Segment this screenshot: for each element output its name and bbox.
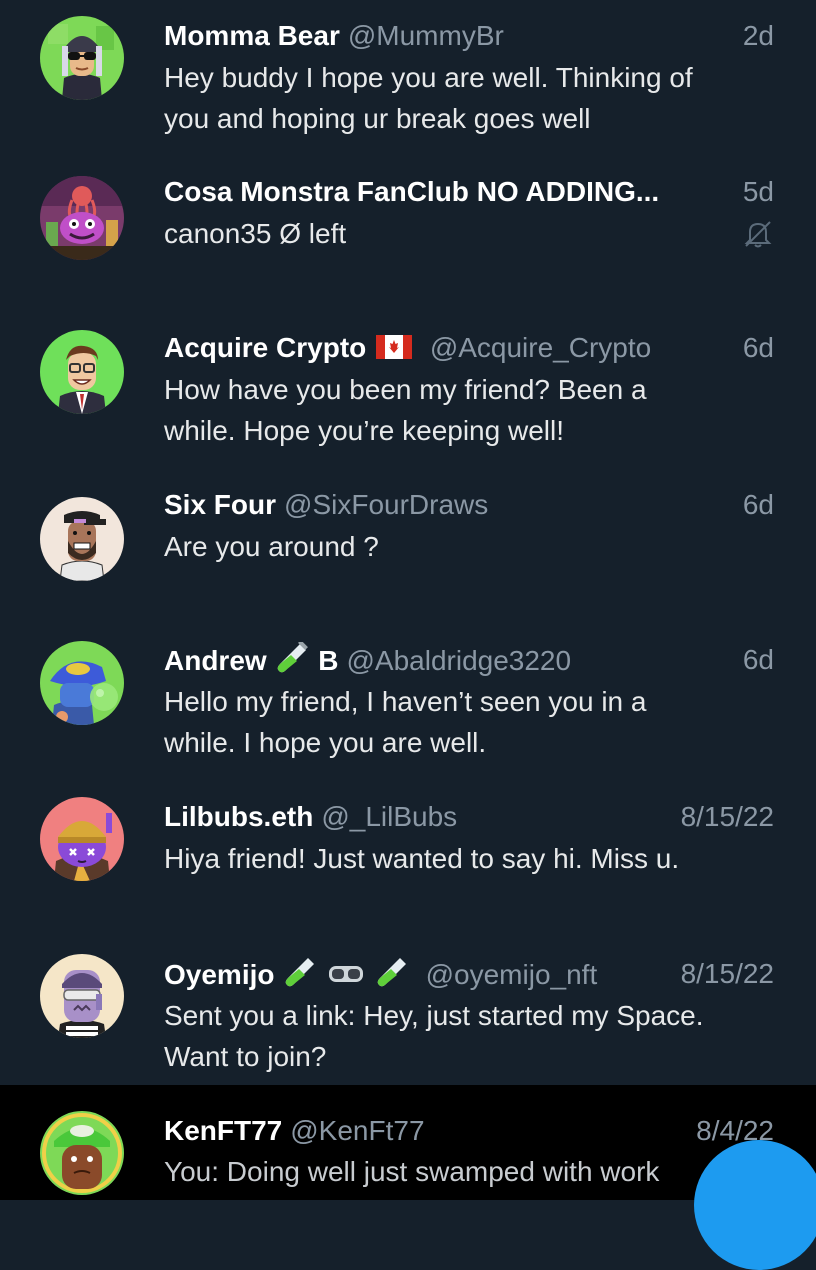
conversation-row-momma-bear[interactable]: Momma Bear @MummyBr 2d Hey buddy I hope y… (0, 0, 816, 160)
contact-name: KenFT77 (164, 1115, 283, 1146)
conversation-header: Momma Bear @MummyBr 2d (164, 18, 774, 54)
contact-handle: @KenFt77 (290, 1115, 425, 1146)
conversation-row-cosa-monstra[interactable]: Cosa Monstra FanClub NO ADDING... 5d can… (0, 160, 816, 320)
conversation-row-andrew-b[interactable]: Andrew B @Abaldridge3220 6d Hello my frie… (0, 625, 816, 785)
contact-name: Cosa Monstra FanClub NO ADDING... (164, 176, 660, 207)
contact-handle: @Acquire_Crypto (429, 332, 652, 363)
conversation-row-acquire-crypto[interactable]: Acquire Crypto @Acquire_Crypto 6d How ha… (0, 320, 816, 475)
message-time: 6d (742, 489, 774, 520)
avatar-monster-group[interactable] (40, 176, 124, 260)
conversation-header: Oyemijo @oyemijo_nft 8/15/22 (164, 956, 774, 992)
contact-handle: @oyemijo_nft (425, 958, 598, 990)
avatar-purple-beanie[interactable] (40, 797, 124, 881)
contact-name: Lilbubs.eth (164, 801, 314, 832)
message-preview: You: Doing well just swamped with work (164, 1151, 774, 1192)
message-time: 2d (742, 20, 774, 51)
message-preview-line: How have you been my friend? Been a (164, 374, 647, 405)
message-preview: Hello my friend, I haven’t seen you in a… (164, 681, 774, 763)
message-preview-line: Hiya friend! Just wanted to say hi. Miss… (164, 843, 680, 874)
contact-name: Acquire Crypto (164, 332, 367, 363)
message-preview: canon35 Ø left (164, 213, 774, 254)
test-tube-icon (376, 956, 408, 997)
message-preview-line: Hello my friend, I haven’t seen you in a (164, 686, 647, 717)
message-preview-line: canon35 Ø left (164, 218, 347, 249)
avatar-bearded-cap[interactable] (40, 497, 124, 581)
message-preview: Hey buddy I hope you are well. Thinking … (164, 57, 774, 139)
message-preview-line: while. I hope you are well. (164, 727, 487, 758)
contact-name: Six Four (164, 489, 277, 520)
contact-handle: @Abaldridge3220 (346, 644, 572, 676)
message-preview-line: Want to join? (164, 1041, 327, 1072)
avatar-blue-hat[interactable] (40, 641, 124, 725)
message-time: 8/15/22 (680, 958, 774, 989)
new-message-button[interactable] (694, 1140, 816, 1270)
canada-flag-icon (376, 332, 413, 368)
message-time: 6d (742, 644, 774, 675)
conversation-header: Cosa Monstra FanClub NO ADDING... 5d (164, 174, 774, 210)
message-preview: Hiya friend! Just wanted to say hi. Miss… (164, 838, 774, 879)
message-preview: Are you around ? (164, 526, 774, 567)
muted-bell-icon (742, 218, 774, 253)
goggles-icon (328, 959, 364, 995)
message-preview: How have you been my friend? Been a whil… (164, 369, 774, 451)
contact-handle: @SixFourDraws (284, 489, 489, 520)
message-preview-line: while. Hope you’re keeping well! (164, 415, 564, 446)
contact-handle: @_LilBubs (321, 801, 458, 832)
avatar-goggles[interactable] (40, 954, 124, 1038)
contact-name-suffix: B (318, 644, 339, 676)
message-time: 6d (742, 332, 774, 363)
contact-name: Andrew (164, 644, 267, 676)
message-time: 8/15/22 (680, 801, 774, 832)
conversation-header: Andrew B @Abaldridge3220 6d (164, 640, 774, 678)
message-preview: Sent you a link: Hey, just started my Sp… (164, 995, 774, 1077)
avatar-green-cap[interactable] (40, 1111, 124, 1195)
test-tube-icon (276, 640, 309, 683)
conversation-header: Six Four @SixFourDraws 6d (164, 487, 774, 523)
message-time: 5d (742, 176, 774, 207)
conversation-row-oyemijo[interactable]: Oyemijo @oyemijo_nft 8/15/22 Sent you a … (0, 930, 816, 1085)
test-tube-icon (284, 956, 316, 997)
avatar-businessman[interactable] (40, 330, 124, 414)
message-preview-line: Sent you a link: Hey, just started my Sp… (164, 1000, 704, 1031)
message-preview-line: You: Doing well just swamped with work (164, 1156, 660, 1187)
contact-handle: @MummyBr (347, 20, 504, 51)
conversation-header: Acquire Crypto @Acquire_Crypto 6d (164, 330, 774, 366)
contact-name: Momma Bear (164, 20, 340, 51)
avatar-glasses-character[interactable] (40, 16, 124, 100)
conversation-row-kenft77[interactable]: KenFT77 @KenFt77 8/4/22 You: Doing well j… (0, 1085, 816, 1200)
conversation-row-six-four[interactable]: Six Four @SixFourDraws 6d Are you around … (0, 475, 816, 625)
conversation-header: Lilbubs.eth @_LilBubs 8/15/22 (164, 799, 774, 835)
message-preview-line: you and hoping ur break goes well (164, 103, 591, 134)
conversation-header: KenFT77 @KenFt77 8/4/22 (164, 1113, 774, 1149)
message-preview-line: Are you around ? (164, 531, 379, 562)
message-preview-line: Hey buddy I hope you are well. Thinking … (164, 62, 693, 93)
conversation-row-lilbubs[interactable]: Lilbubs.eth @_LilBubs 8/15/22 Hiya friend… (0, 785, 816, 930)
contact-name: Oyemijo (164, 958, 275, 990)
